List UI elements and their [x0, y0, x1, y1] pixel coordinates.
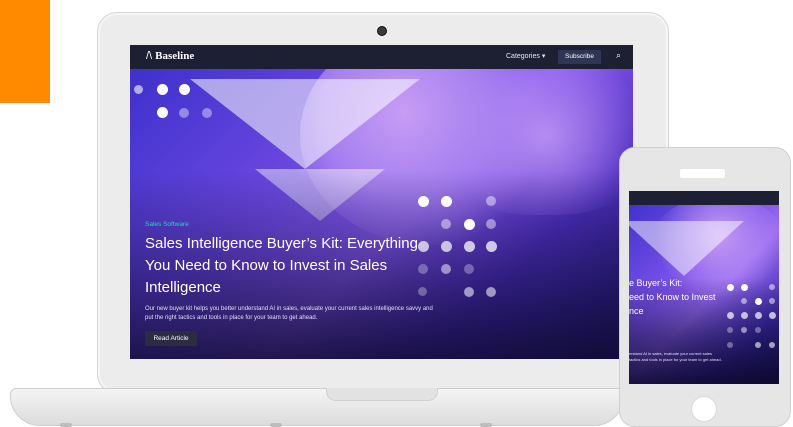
laptop-foot: [270, 423, 282, 427]
decor-dot: [464, 264, 474, 274]
camera-icon: [377, 26, 387, 36]
mobile-title-line: nce: [629, 306, 644, 316]
site-logo[interactable]: /\ Baseline: [146, 50, 194, 62]
decor-dot: [769, 342, 775, 348]
laptop-base: [10, 388, 624, 426]
decor-dot: [741, 327, 747, 333]
decor-dot: [464, 219, 475, 230]
decor-dot: [441, 219, 451, 229]
decor-dot: [755, 327, 761, 333]
subscribe-button[interactable]: Subscribe: [558, 50, 601, 64]
chevron-down-icon: ▾: [541, 53, 546, 60]
categories-label: Categories: [506, 53, 540, 60]
decor-dot: [486, 287, 496, 297]
article-description: Our new buyer kit helps you better under…: [145, 306, 433, 321]
mobile-desc-line: tactics and tools in place for your team…: [629, 357, 722, 362]
decor-dot: [727, 327, 733, 333]
mobile-title-line: e Buyer’s Kit:: [629, 278, 683, 288]
laptop-notch: [326, 388, 438, 401]
laptop-foot: [60, 423, 72, 427]
decor-dot: [441, 241, 452, 252]
mobile-article-title[interactable]: e Buyer’s Kit: eed to Know to Invest nce: [629, 276, 779, 318]
logo-text: Baseline: [155, 50, 195, 62]
decor-dot: [441, 196, 452, 207]
decor-dot: [464, 287, 474, 297]
decor-dot: [486, 241, 497, 252]
search-icon[interactable]: ⌕: [616, 50, 621, 61]
article-title[interactable]: Sales Intelligence Buyer’s Kit: Everythi…: [145, 233, 435, 299]
decor-dot: [418, 196, 429, 207]
laptop-screen: /\ Baseline Categories ▾ Subscribe ⌕ Sale…: [130, 45, 633, 359]
logo-mark: /\: [146, 50, 153, 62]
mobile-title-line: eed to Know to Invest: [629, 292, 716, 302]
phone-screen: e Buyer’s Kit: eed to Know to Invest nce…: [629, 191, 779, 384]
categories-menu[interactable]: Categories ▾: [506, 52, 545, 60]
read-article-button[interactable]: Read Article: [145, 331, 197, 346]
decor-dot: [441, 264, 451, 274]
home-button-icon[interactable]: [691, 396, 717, 422]
laptop-foot: [480, 423, 492, 427]
orange-accent-block: [0, 0, 50, 103]
decor-dot: [486, 219, 496, 229]
decor-dot: [755, 342, 761, 348]
decor-dot: [727, 342, 733, 348]
mobile-navbar: [629, 191, 779, 205]
mobile-article-description: erstand AI in sales, evaluate your curre…: [629, 351, 779, 363]
decor-dot: [464, 241, 475, 252]
site-navbar: /\ Baseline Categories ▾ Subscribe ⌕: [130, 45, 633, 69]
decor-dot: [486, 196, 496, 206]
phone-speaker: [680, 169, 725, 178]
article-category[interactable]: Sales Software: [145, 221, 189, 228]
